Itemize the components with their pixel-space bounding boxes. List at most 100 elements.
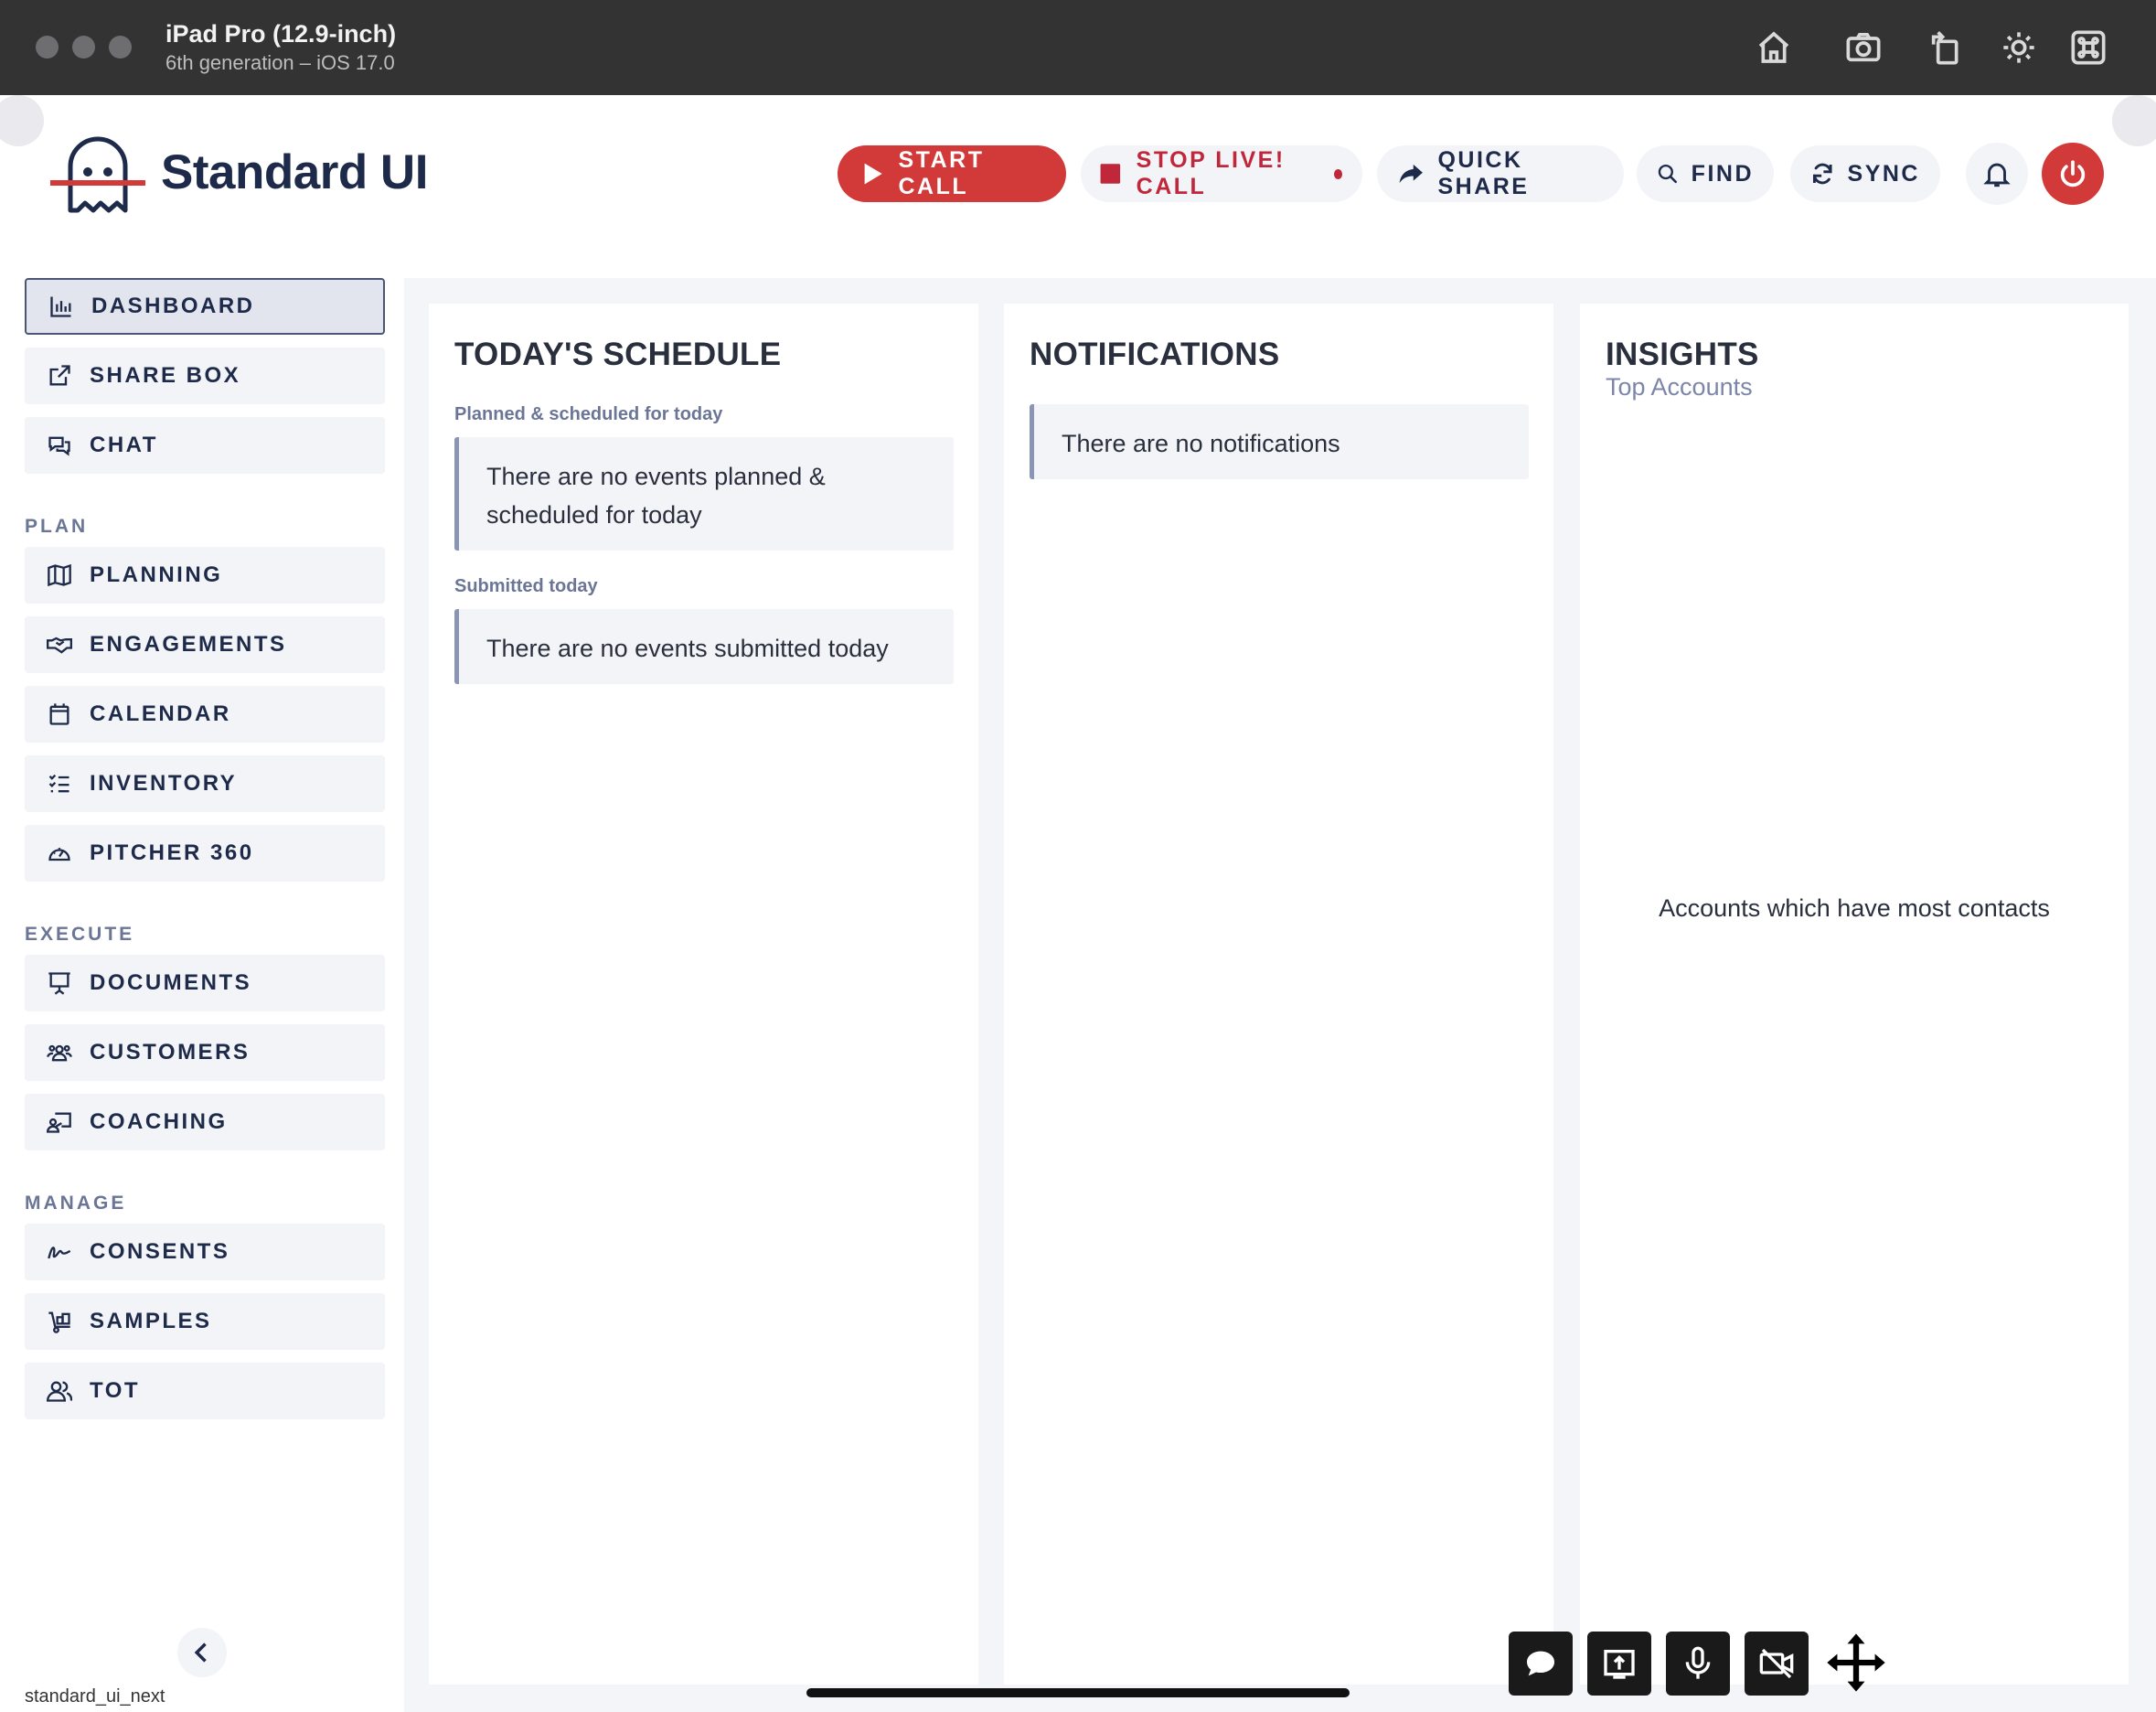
bar-chart-icon <box>50 296 71 317</box>
calendar-icon <box>49 703 69 725</box>
call-camera-button[interactable] <box>1745 1632 1809 1696</box>
section-title-execute: EXECUTE <box>25 924 135 945</box>
sidebar-item-label: TOT <box>90 1378 141 1403</box>
sidebar-item-pitcher-360[interactable]: PITCHER 360 <box>25 825 385 882</box>
sidebar-item-tot[interactable]: TOT <box>25 1363 385 1419</box>
insights-placeholder: Accounts which have most contacts <box>1659 894 2050 922</box>
sidebar-item-label: CONSENTS <box>90 1239 230 1264</box>
simulator-title-bar: iPad Pro (12.9-inch) 6th generation – iO… <box>0 0 2156 95</box>
command-icon[interactable] <box>2068 27 2108 68</box>
signature-icon <box>48 1247 71 1259</box>
chalkboard-teacher-icon <box>47 1112 71 1133</box>
window-minimize-button[interactable] <box>72 36 95 59</box>
sync-button[interactable]: SYNC <box>1790 145 1940 202</box>
ipad-screen: Standard UI START CALL STOP LIVE! CALL Q… <box>0 95 2156 1712</box>
schedule-title: TODAY'S SCHEDULE <box>454 337 782 372</box>
submitted-label: Submitted today <box>454 576 598 596</box>
notifications-title: NOTIFICATIONS <box>1030 337 1280 372</box>
sidebar-item-documents[interactable]: DOCUMENTS <box>25 955 385 1011</box>
play-icon <box>864 163 882 185</box>
insights-subtitle: Top Accounts <box>1606 373 1753 401</box>
sidebar-item-label: CALENDAR <box>90 701 231 726</box>
window-zoom-button[interactable] <box>109 36 132 59</box>
app-version-label: standard_ui_next <box>25 1686 165 1707</box>
call-share-screen-button[interactable] <box>1587 1632 1651 1696</box>
share-screen-icon <box>1604 1650 1635 1679</box>
sidebar-item-customers[interactable]: CUSTOMERS <box>25 1024 385 1081</box>
sidebar-item-chat[interactable]: CHAT <box>25 417 385 474</box>
brightness-icon[interactable] <box>1999 27 2039 68</box>
sidebar-item-label: DASHBOARD <box>91 294 255 318</box>
sidebar-item-label: ENGAGEMENTS <box>90 632 287 657</box>
external-link-icon <box>49 365 70 386</box>
corner-pin-left <box>0 95 44 146</box>
standard-ui-logo <box>50 136 145 213</box>
video-off-icon <box>1759 1648 1794 1679</box>
notifications-card: NOTIFICATIONS There are no notifications <box>1004 304 1553 1685</box>
sidebar-item-label: SAMPLES <box>90 1309 212 1333</box>
sidebar-item-inventory[interactable]: INVENTORY <box>25 755 385 812</box>
move-icon[interactable] <box>1821 1628 1891 1697</box>
submitted-empty-message: There are no events submitted today <box>454 609 954 684</box>
corner-pin-right <box>2112 95 2156 146</box>
section-title-plan: PLAN <box>25 516 89 537</box>
sidebar-item-consents[interactable]: CONSENTS <box>25 1224 385 1280</box>
sidebar-item-samples[interactable]: SAMPLES <box>25 1293 385 1350</box>
recording-dot-icon <box>1333 168 1343 179</box>
sidebar-collapse-button[interactable] <box>177 1628 227 1677</box>
notifications-bell-button[interactable] <box>1966 143 2028 205</box>
call-microphone-button[interactable] <box>1666 1632 1730 1696</box>
todays-schedule-card: TODAY'S SCHEDULE Planned & scheduled for… <box>429 304 978 1685</box>
bell-icon <box>1983 163 2011 187</box>
sidebar-item-label: INVENTORY <box>90 771 238 796</box>
home-indicator[interactable] <box>806 1688 1350 1697</box>
find-button[interactable]: FIND <box>1637 145 1774 202</box>
stop-icon <box>1100 164 1121 184</box>
power-icon <box>2060 160 2086 187</box>
call-chat-button[interactable] <box>1509 1632 1573 1696</box>
planned-empty-message: There are no events planned & scheduled … <box>454 437 954 551</box>
handshake-icon <box>47 637 72 654</box>
planned-label: Planned & scheduled for today <box>454 404 723 424</box>
rotate-icon[interactable] <box>1926 27 1966 68</box>
chat-bubbles-icon <box>48 436 70 456</box>
home-icon[interactable] <box>1754 27 1794 68</box>
sidebar-item-label: COACHING <box>90 1109 228 1134</box>
start-call-button[interactable]: START CALL <box>838 145 1066 202</box>
stop-live-call-button[interactable]: STOP LIVE! CALL <box>1081 145 1362 202</box>
dolly-icon <box>48 1311 70 1333</box>
stop-live-call-label: STOP LIVE! CALL <box>1136 147 1286 199</box>
insights-title: INSIGHTS <box>1606 337 1759 372</box>
chevron-left-icon <box>194 1642 207 1663</box>
brand-name: Standard UI <box>161 145 428 199</box>
sidebar-item-label: CHAT <box>90 433 158 457</box>
dashboard-main: TODAY'S SCHEDULE Planned & scheduled for… <box>404 278 2156 1712</box>
sidebar-item-label: PLANNING <box>90 562 223 587</box>
sidebar-item-label: CUSTOMERS <box>90 1040 251 1065</box>
user-group-icon <box>47 1381 72 1402</box>
quick-share-label: QUICK SHARE <box>1437 147 1530 199</box>
sidebar-item-calendar[interactable]: CALENDAR <box>25 686 385 743</box>
list-check-icon <box>48 774 69 793</box>
sidebar-item-label: SHARE BOX <box>90 363 241 388</box>
sidebar-item-dashboard[interactable]: DASHBOARD <box>25 278 385 335</box>
power-logout-button[interactable] <box>2042 143 2104 205</box>
sidebar-item-share-box[interactable]: SHARE BOX <box>25 348 385 404</box>
screenshot-icon[interactable] <box>1843 27 1884 68</box>
find-label: FIND <box>1691 160 1754 187</box>
window-close-button[interactable] <box>36 36 59 59</box>
presentation-icon <box>48 972 70 995</box>
sidebar-item-engagements[interactable]: ENGAGEMENTS <box>25 616 385 673</box>
sidebar-item-planning[interactable]: PLANNING <box>25 547 385 604</box>
map-icon <box>48 563 71 587</box>
quick-share-button[interactable]: QUICK SHARE <box>1377 145 1624 202</box>
sync-label: SYNC <box>1847 160 1920 187</box>
simulator-device-name: iPad Pro (12.9-inch) <box>165 20 397 48</box>
simulator-os-version: 6th generation – iOS 17.0 <box>165 51 395 74</box>
microphone-icon <box>1685 1646 1711 1679</box>
insights-card: INSIGHTS Top Accounts Accounts which hav… <box>1580 304 2129 1685</box>
sidebar-item-label: DOCUMENTS <box>90 970 252 995</box>
notifications-empty-message: There are no notifications <box>1030 404 1529 479</box>
sidebar-item-coaching[interactable]: COACHING <box>25 1094 385 1150</box>
chat-icon <box>1527 1651 1554 1676</box>
